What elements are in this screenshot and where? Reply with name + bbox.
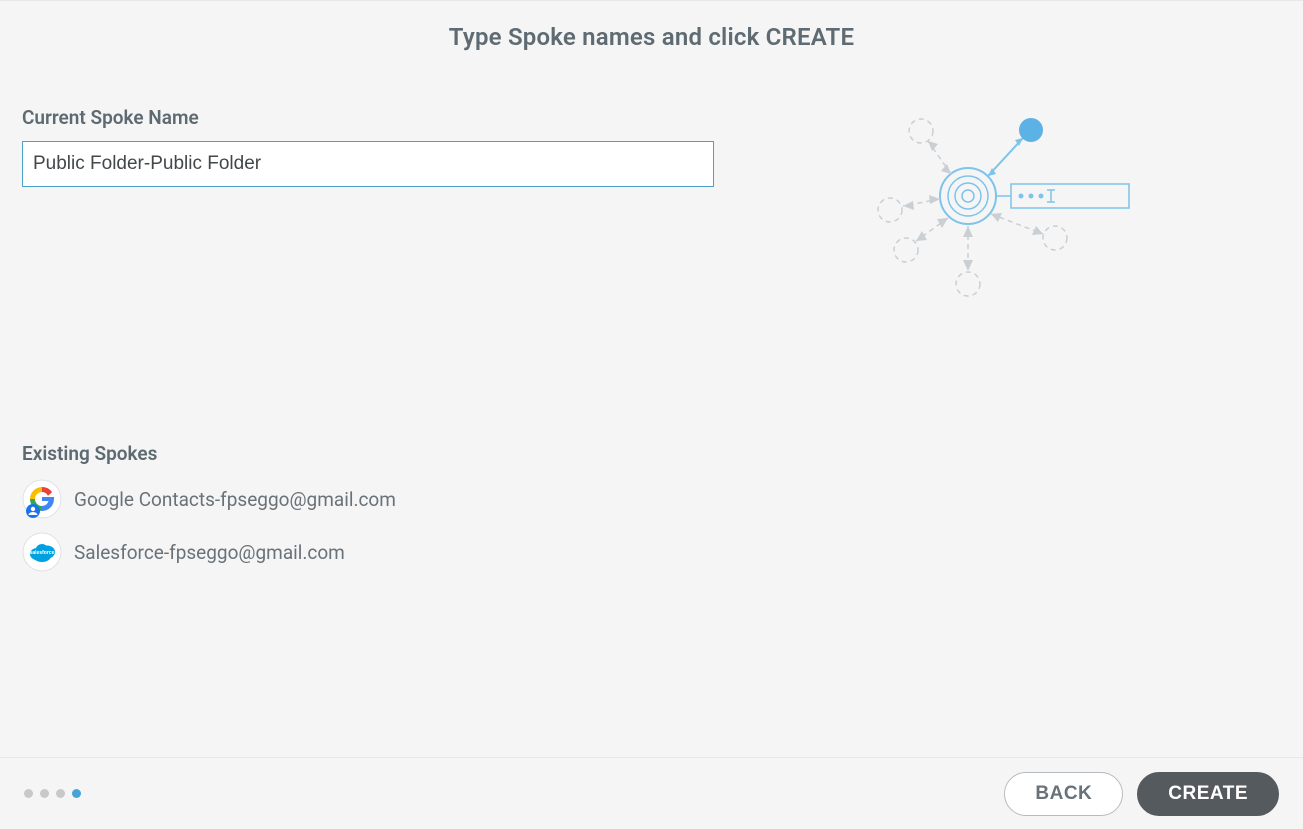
existing-spokes-section: Existing Spokes bbox=[22, 442, 714, 572]
salesforce-icon: salesforce bbox=[22, 532, 62, 572]
wizard-footer: BACK CREATE bbox=[0, 757, 1303, 829]
step-dot-active bbox=[72, 789, 81, 798]
footer-buttons: BACK CREATE bbox=[1004, 772, 1279, 816]
step-dot bbox=[24, 789, 33, 798]
illustration-column bbox=[714, 106, 1281, 757]
svg-text:salesforce: salesforce bbox=[30, 550, 55, 556]
current-spoke-input[interactable] bbox=[22, 141, 714, 187]
wizard-page: Type Spoke names and click CREATE Curren… bbox=[0, 0, 1303, 829]
page-header: Type Spoke names and click CREATE bbox=[0, 1, 1303, 51]
form-column: Current Spoke Name Existing Spokes bbox=[22, 106, 714, 757]
existing-spoke-label: Google Contacts-fpseggo@gmail.com bbox=[74, 488, 396, 511]
step-dot bbox=[40, 789, 49, 798]
page-body: Current Spoke Name Existing Spokes bbox=[0, 51, 1303, 757]
existing-spokes-heading: Existing Spokes bbox=[22, 442, 714, 465]
create-button[interactable]: CREATE bbox=[1137, 772, 1279, 816]
existing-spoke-label: Salesforce-fpseggo@gmail.com bbox=[74, 541, 345, 564]
spoke-network-illustration-icon bbox=[863, 106, 1133, 757]
page-title: Type Spoke names and click CREATE bbox=[0, 23, 1303, 51]
google-contacts-icon bbox=[22, 479, 62, 519]
existing-spoke-row: salesforce Salesforce-fpseggo@gmail.com bbox=[22, 532, 714, 572]
current-spoke-label: Current Spoke Name bbox=[22, 106, 714, 129]
existing-spoke-row: Google Contacts-fpseggo@gmail.com bbox=[22, 479, 714, 519]
step-indicator bbox=[24, 789, 81, 798]
step-dot bbox=[56, 789, 65, 798]
back-button[interactable]: BACK bbox=[1004, 772, 1123, 816]
